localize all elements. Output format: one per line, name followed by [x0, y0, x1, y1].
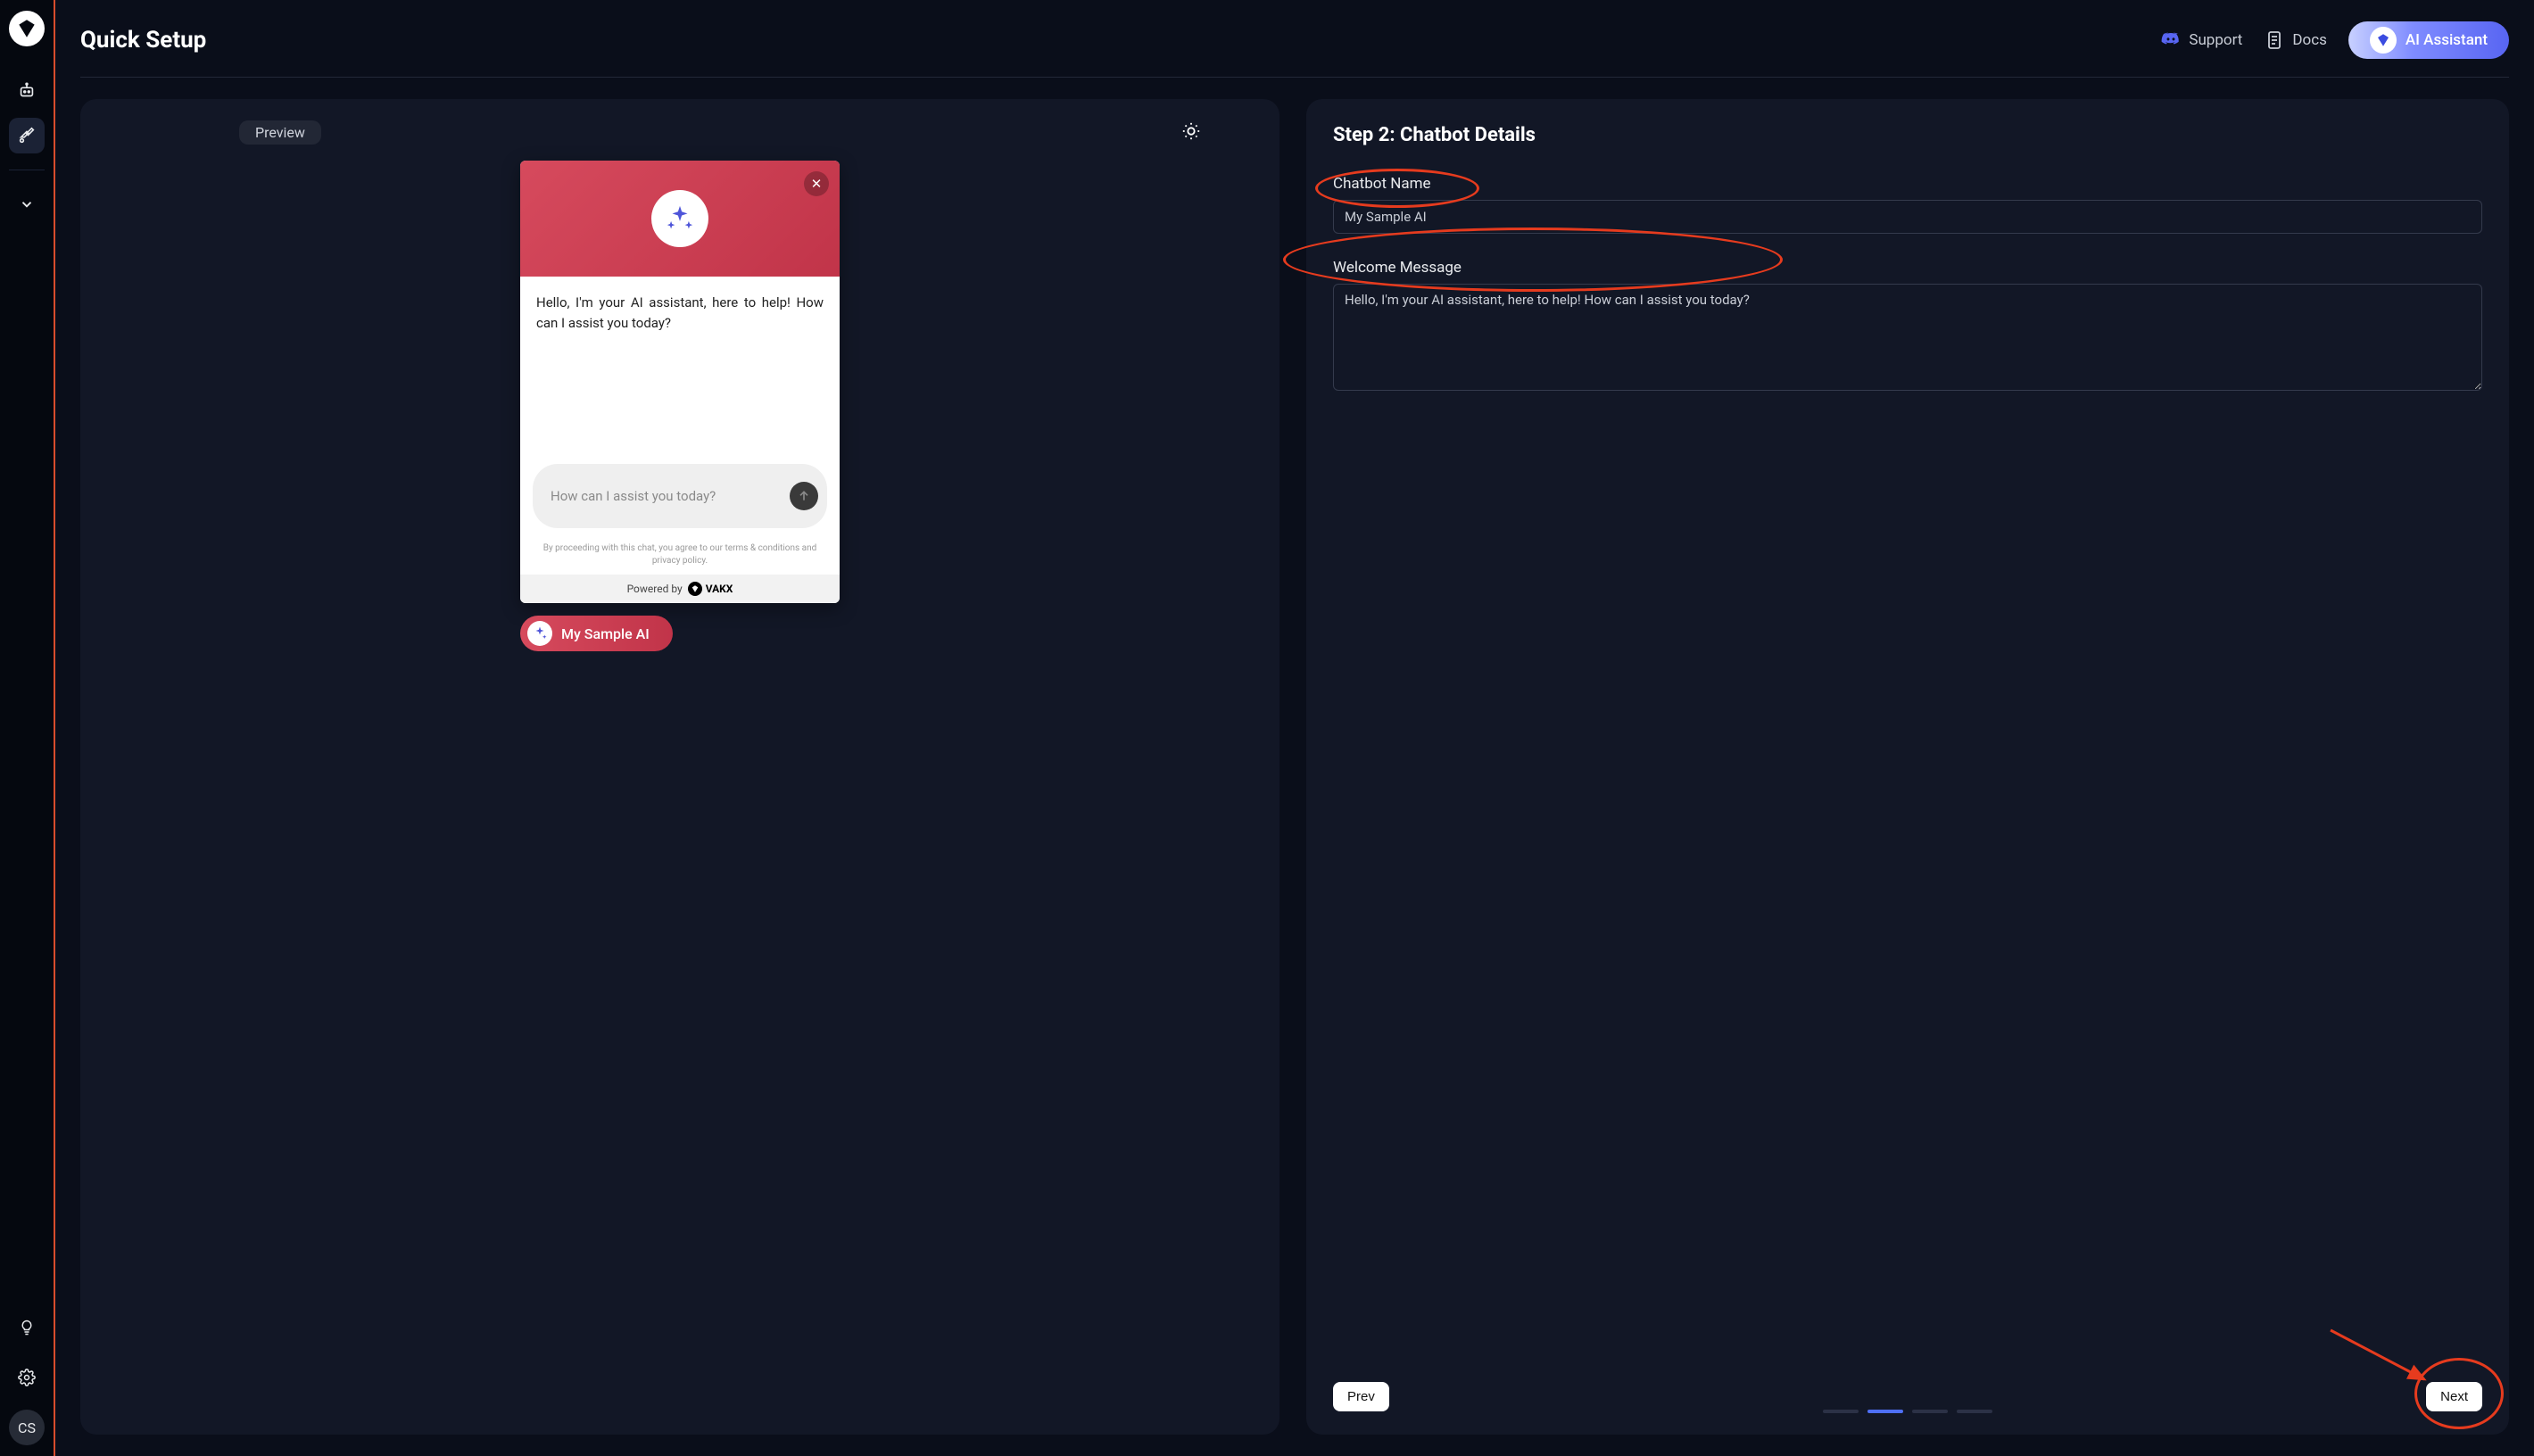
- preview-label: Preview: [239, 120, 321, 145]
- powered-by-label: Powered by: [627, 583, 683, 595]
- docs-link[interactable]: Docs: [2264, 29, 2327, 51]
- chat-widget-preview: ✕ Hello, I'm your AI assistant, here to …: [520, 161, 840, 603]
- step-dot-4: [1957, 1410, 1992, 1413]
- docs-icon: [2264, 29, 2285, 51]
- step-dot-1: [1823, 1410, 1859, 1413]
- header: Quick Setup Support Docs AI Assistant: [80, 21, 2509, 78]
- ai-assistant-label: AI Assistant: [2406, 31, 2488, 49]
- chat-widget-header: ✕: [520, 161, 840, 277]
- sidebar-item-quick-setup[interactable]: [9, 118, 45, 153]
- app-logo[interactable]: [9, 11, 45, 46]
- ai-assistant-button[interactable]: AI Assistant: [2348, 21, 2509, 59]
- sparkle-icon: [527, 621, 552, 646]
- send-icon[interactable]: [790, 482, 818, 510]
- sample-pill-label: My Sample AI: [561, 625, 650, 642]
- chat-greeting-text: Hello, I'm your AI assistant, here to he…: [536, 293, 824, 333]
- ai-assistant-icon: [2370, 27, 2397, 54]
- docs-label: Docs: [2292, 31, 2327, 49]
- chat-input-placeholder: How can I assist you today?: [551, 488, 716, 504]
- discord-icon: [2160, 29, 2182, 51]
- form-panel: Step 2: Chatbot Details Chatbot Name Wel…: [1306, 99, 2509, 1435]
- next-button[interactable]: Next: [2426, 1382, 2482, 1411]
- step-dot-2: [1867, 1410, 1903, 1413]
- sidebar-item-bot[interactable]: [9, 73, 45, 109]
- support-link[interactable]: Support: [2160, 29, 2242, 51]
- chat-powered-by: Powered by VAKX: [520, 575, 840, 603]
- vakx-logo: VAKX: [688, 582, 733, 596]
- sidebar-item-tips[interactable]: [9, 1310, 45, 1345]
- main: Quick Setup Support Docs AI Assistant Pr…: [55, 0, 2534, 1456]
- close-icon[interactable]: ✕: [804, 171, 829, 196]
- chat-disclaimer: By proceeding with this chat, you agree …: [520, 537, 840, 575]
- welcome-message-label: Welcome Message: [1333, 259, 2482, 277]
- support-label: Support: [2189, 31, 2242, 49]
- welcome-message-input[interactable]: [1333, 284, 2482, 391]
- page-title: Quick Setup: [80, 27, 206, 54]
- sample-chatbot-pill[interactable]: My Sample AI: [520, 616, 673, 651]
- theme-toggle-icon[interactable]: [1181, 121, 1201, 145]
- sidebar-expand-toggle[interactable]: [9, 186, 45, 222]
- chat-input[interactable]: How can I assist you today?: [533, 464, 827, 528]
- chatbot-name-input[interactable]: [1333, 200, 2482, 234]
- chatbot-name-label: Chatbot Name: [1333, 175, 2482, 193]
- sparkle-icon: [651, 190, 708, 247]
- sidebar-item-settings[interactable]: [9, 1360, 45, 1395]
- powered-brand-label: VAKX: [706, 583, 733, 595]
- user-avatar[interactable]: CS: [9, 1410, 45, 1445]
- sidebar: CS: [0, 0, 55, 1456]
- step-dot-3: [1912, 1410, 1948, 1413]
- step-title: Step 2: Chatbot Details: [1333, 124, 2482, 146]
- prev-button[interactable]: Prev: [1333, 1382, 1389, 1411]
- preview-panel: Preview ✕ Hello, I'm your AI assistant, …: [80, 99, 1279, 1435]
- step-indicator: [1823, 1410, 1992, 1413]
